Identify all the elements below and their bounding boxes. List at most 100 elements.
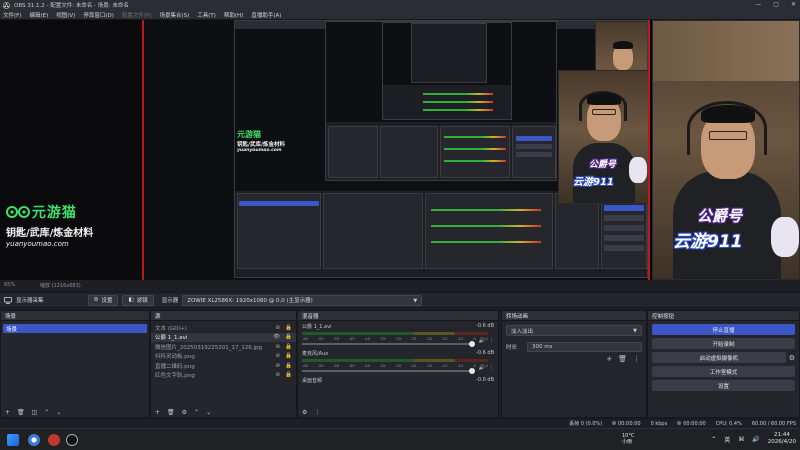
- scenes-dock: 场景 场景 + 🗑 ◫ ⌃ ⌄: [0, 310, 150, 418]
- source-item[interactable]: 文本 (GDI+) ⊘ 🔒: [151, 323, 296, 333]
- owl-logo-icon: [6, 206, 30, 218]
- menu-docks[interactable]: 停靠窗口(D): [83, 11, 114, 19]
- eye-icon[interactable]: 👁: [273, 334, 280, 340]
- menu-tools[interactable]: 工具(T): [197, 11, 216, 19]
- add-icon[interactable]: +: [606, 355, 612, 363]
- scene-filter-icon[interactable]: ◫: [32, 409, 38, 416]
- lock-icon[interactable]: 🔒: [285, 334, 292, 340]
- virtual-cam-settings-icon[interactable]: ⚙: [789, 354, 795, 362]
- nested3-meter-2: [423, 101, 493, 103]
- obs-taskbar-icon[interactable]: [66, 434, 78, 446]
- record-status-icon: [677, 421, 682, 425]
- ime-indicator[interactable]: 英: [724, 435, 730, 444]
- mixer-dock-footer: ⚙ ⋮: [298, 407, 498, 417]
- move-up-icon[interactable]: ⌃: [194, 409, 199, 416]
- eye-icon[interactable]: ⊘: [276, 344, 281, 350]
- trash-icon[interactable]: 🗑: [167, 409, 175, 416]
- lock-icon[interactable]: 🔒: [285, 344, 292, 350]
- menu-profile[interactable]: 配置文件(P): [122, 11, 152, 19]
- minimize-icon[interactable]: —: [755, 1, 761, 8]
- source-item[interactable]: 微信图片_20250319225201_17_126.jpg ⊘ 🔒: [151, 342, 296, 352]
- preview-left-stage: 元游猫 钥匙/武库/炼金材料 yuanyoumao.com: [0, 20, 142, 280]
- canvas-size: 缩放 (1216x683): [40, 283, 81, 289]
- chevron-up-icon[interactable]: ⌃: [711, 436, 716, 443]
- add-icon[interactable]: +: [155, 409, 160, 416]
- chevron-down-icon: ▼: [413, 297, 418, 304]
- source-filters-label: 滤镜: [136, 298, 148, 304]
- trash-icon[interactable]: 🗑: [17, 409, 25, 416]
- app-icon[interactable]: [48, 434, 60, 446]
- move-up-icon[interactable]: ⌃: [44, 409, 49, 416]
- start-recording-button[interactable]: 开始录制: [652, 338, 795, 349]
- gear-icon[interactable]: ⚙: [302, 409, 307, 416]
- zoom-level[interactable]: 65%: [4, 282, 15, 288]
- menu-stream-assistant[interactable]: 直播助手(A): [251, 11, 281, 19]
- nested-btn-3: [604, 225, 644, 231]
- lock-icon[interactable]: 🔒: [285, 372, 292, 378]
- more-icon[interactable]: ⋮: [489, 365, 494, 371]
- menu-file[interactable]: 文件(F): [3, 11, 21, 19]
- studio-mode-button[interactable]: 工作室模式: [652, 366, 795, 377]
- source-item[interactable]: 直播二维码.png ⊘ 🔒: [151, 361, 296, 371]
- close-icon[interactable]: ✕: [791, 1, 796, 8]
- trash-icon[interactable]: 🗑: [618, 355, 627, 363]
- display-select[interactable]: ZOWIE XL2586X: 1920x1080 @ 0,0 (主显示器) ▼: [182, 294, 423, 306]
- menu-scene-collection[interactable]: 场景集合(S): [159, 11, 189, 19]
- menu-help[interactable]: 帮助(H): [224, 11, 243, 19]
- source-item[interactable]: 红色文字轨.png ⊘ 🔒: [151, 371, 296, 381]
- move-down-icon[interactable]: ⌄: [206, 409, 211, 416]
- network-icon[interactable]: ⌘: [738, 436, 744, 443]
- more-icon[interactable]: ⋮: [489, 338, 494, 344]
- source-item[interactable]: 公爵 1_1.avi 👁 🔒: [151, 332, 296, 342]
- lock-icon[interactable]: 🔒: [285, 325, 292, 331]
- menu-view[interactable]: 视图(V): [56, 11, 75, 19]
- nested-dock-transitions: [555, 193, 599, 269]
- scene-item[interactable]: 场景: [3, 324, 147, 333]
- stream-time: 00:00:00: [612, 421, 641, 427]
- eye-icon[interactable]: ⊘: [276, 372, 281, 378]
- gear-icon[interactable]: ⚙: [182, 409, 187, 416]
- more-icon[interactable]: ⋮: [633, 355, 640, 363]
- preview-canvas[interactable]: 元游猫 钥匙/武库/炼金材料 yuanyoumao.com 公爵号 云游911: [142, 20, 650, 280]
- channel-name: 公爵 1_1.avi: [302, 324, 332, 330]
- windows-start-icon[interactable]: [7, 434, 19, 446]
- speaker-icon[interactable]: 🔊: [479, 338, 485, 344]
- lock-icon[interactable]: 🔒: [285, 363, 292, 369]
- fader-handle[interactable]: [469, 368, 475, 374]
- maximize-icon[interactable]: ▢: [773, 1, 779, 8]
- duration-input[interactable]: 300 ms: [527, 342, 642, 352]
- cam-caption-2: 云游911: [673, 232, 743, 252]
- move-down-icon[interactable]: ⌄: [56, 409, 61, 416]
- source-settings-button[interactable]: ⚙ 设置: [87, 294, 119, 306]
- preview-area[interactable]: 元游猫 钥匙/武库/炼金材料 yuanyoumao.com 元游猫 钥匙/武库/…: [0, 20, 800, 280]
- transitions-dock-title: 转场动画: [502, 311, 646, 321]
- clock[interactable]: 21:44 2026/4/20: [768, 432, 796, 446]
- source-filters-button[interactable]: ◧ 滤镜: [122, 294, 154, 306]
- display-select-value: ZOWIE XL2586X: 1920x1080 @ 0,0 (主显示器): [187, 298, 313, 304]
- volume-icon[interactable]: 🔊: [752, 436, 759, 443]
- weather-widget[interactable]: 10°C 小雨: [622, 433, 634, 445]
- add-icon[interactable]: +: [5, 409, 10, 416]
- settings-button[interactable]: 设置: [652, 380, 795, 391]
- start-virtual-camera-button[interactable]: 启动虚拟摄像机: [652, 352, 786, 363]
- more-icon[interactable]: ⋮: [314, 409, 320, 416]
- transition-select-value: 淡入淡出: [511, 328, 534, 335]
- nested3-meter-3: [423, 109, 493, 111]
- eye-icon[interactable]: ⊘: [276, 353, 281, 359]
- eye-icon[interactable]: ⊘: [276, 363, 281, 369]
- speaker-icon[interactable]: 🔊: [479, 365, 485, 371]
- duration-label: 时长: [506, 345, 518, 351]
- sources-dock: 源 文本 (GDI+) ⊘ 🔒 公爵 1_1.avi 👁 🔒 微信图片_20250319…: [150, 310, 297, 418]
- channel-db: -0.6 dB: [476, 350, 494, 356]
- menu-edit[interactable]: 编辑(E): [29, 11, 48, 19]
- browser-icon[interactable]: [28, 434, 40, 446]
- source-item[interactable]: 抖抖灵动板.png ⊘ 🔒: [151, 352, 296, 362]
- volume-fader[interactable]: [302, 368, 475, 374]
- transition-select[interactable]: 淡入淡出 ▼: [506, 325, 642, 336]
- lock-icon[interactable]: 🔒: [285, 353, 292, 359]
- eye-icon[interactable]: ⊘: [276, 325, 281, 331]
- fader-handle[interactable]: [469, 341, 475, 347]
- virtual-cam-row: 启动虚拟摄像机 ⚙: [652, 352, 795, 363]
- volume-fader[interactable]: [302, 341, 475, 347]
- stop-streaming-button[interactable]: 停止直播: [652, 324, 795, 335]
